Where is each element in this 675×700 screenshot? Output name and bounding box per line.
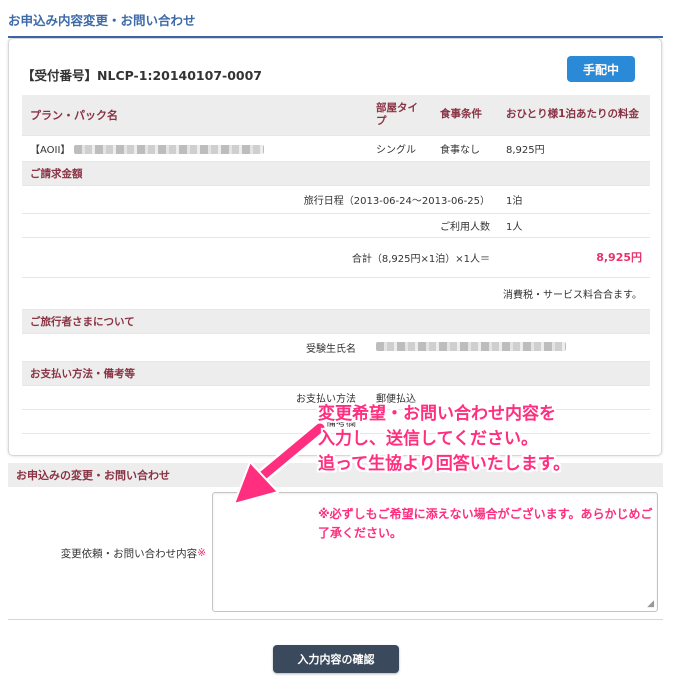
redacted-plan-name [73, 145, 264, 154]
required-mark: ※ [197, 547, 206, 559]
header-meal: 食事条件 [432, 95, 498, 136]
plan-name-prefix: 【AOII】 [30, 144, 71, 156]
reception-value: NLCP-1:20140107-0007 [97, 68, 262, 83]
meal-cell: 食事なし [432, 135, 498, 162]
payment-method-label: お支払い方法 [22, 385, 368, 410]
examinee-name-label: 受験生氏名 [22, 333, 368, 362]
plan-name-cell: 【AOII】 [22, 135, 368, 162]
people-count-value: 1人 [498, 213, 650, 238]
travel-dates-label: 旅行日程（2013-06-24〜2013-06-25） [22, 185, 498, 214]
annotation-disclaimer: ※必ずしもご希望に添えない場合がございます。あらかじめご了承ください。 [318, 507, 653, 540]
billing-section-title: ご請求金額 [22, 161, 650, 186]
payment-section-title: お支払い方法・備考等 [22, 361, 650, 386]
total-price: 8,925円 [498, 237, 650, 278]
room-type-cell: シングル [368, 135, 432, 162]
annotation-instruction: 変更希望・お問い合わせ内容を 入力し、送信してください。 追って生協より回答いた… [318, 402, 663, 477]
annotation-line-1: 変更希望・お問い合わせ内容を [318, 404, 556, 424]
resize-grip-icon[interactable]: ◢ [647, 599, 654, 609]
reservation-detail-table: プラン・パック名 部屋タイプ 食事条件 おひとり様1泊あたりの料金 【AOII】… [22, 95, 650, 434]
status-button[interactable]: 手配中 [567, 56, 635, 82]
header-room-type: 部屋タイプ [368, 95, 432, 136]
annotation-line-3: 追って生協より回答いたします。 [318, 454, 571, 474]
header-plan-name: プラン・パック名 [22, 95, 368, 136]
reception-number: 【受付番号】NLCP-1:20140107-0007 [22, 65, 262, 84]
total-label: 合計（8,925円×1泊）×1人＝ [22, 237, 498, 278]
people-count-label: ご利用人数 [22, 213, 498, 238]
page-title: お申込み内容変更・お問い合わせ [8, 10, 663, 38]
nights-value: 1泊 [498, 185, 650, 214]
confirm-input-button[interactable]: 入力内容の確認 [273, 645, 399, 673]
traveler-section-title: ご旅行者さまについて [22, 309, 650, 334]
annotation-arrow-icon [233, 421, 327, 505]
plan-row: 【AOII】 シングル 食事なし 8,925円 [22, 135, 650, 162]
inquiry-label-text: 変更依頼・お問い合わせ内容 [60, 547, 198, 560]
tax-note: 消費税・サービス料合合ます。 [22, 277, 650, 310]
reception-label: 【受付番号】 [22, 68, 98, 83]
redacted-examinee-name [376, 342, 566, 351]
examinee-name-cell [368, 333, 650, 362]
inquiry-field-label: 変更依頼・お問い合わせ内容 ※ [8, 487, 206, 619]
header-price: おひとり様1泊あたりの料金 [498, 95, 650, 136]
price-cell: 8,925円 [498, 135, 650, 162]
annotation-line-2: 入力し、送信してください。 [318, 429, 538, 449]
